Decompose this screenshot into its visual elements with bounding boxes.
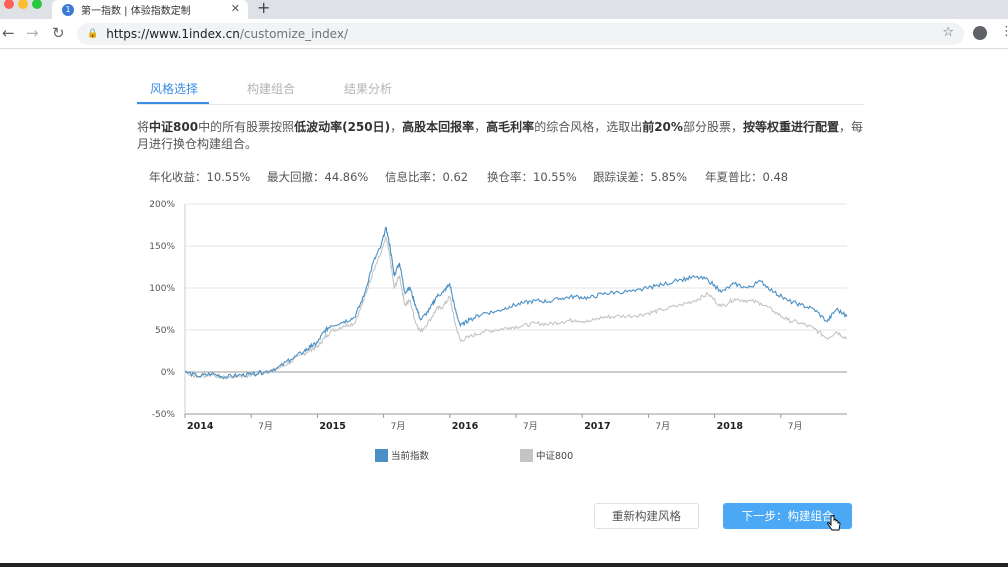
menu-dots-icon[interactable]: ⋮ <box>1000 24 1008 39</box>
hand-cursor-icon <box>827 515 841 531</box>
x-tick-label: 7月 <box>258 421 273 432</box>
step-tabs: 风格选择 构建组合 结果分析 <box>137 74 864 105</box>
bookmark-star-icon[interactable]: ☆ <box>942 25 954 40</box>
y-tick-label: -50% <box>152 410 176 420</box>
back-arrow-icon[interactable]: ← <box>2 24 15 42</box>
x-tick-label: 7月 <box>523 421 538 432</box>
x-tick-label: 2016 <box>452 421 479 432</box>
browser-tab[interactable]: 1 第一指数 | 体验指数定制 ✕ <box>52 0 248 19</box>
x-tick-label: 2017 <box>584 421 610 432</box>
tab-title: 第一指数 | 体验指数定制 <box>81 6 191 17</box>
performance-stats: 年化收益：10.55% 最大回撤：44.86% 信息比率：0.62 换仓率：10… <box>149 169 849 185</box>
y-tick-label: 0% <box>161 368 176 378</box>
legend-swatch-current <box>375 448 388 462</box>
series-line-csi800 <box>184 236 848 380</box>
forward-arrow-icon[interactable]: → <box>26 24 39 42</box>
minimize-window-button[interactable] <box>18 0 28 9</box>
site-favicon-icon: 1 <box>62 3 74 16</box>
x-tick-label: 7月 <box>655 421 670 432</box>
stat-sharpe-ratio: 年夏普比：0.48 <box>705 170 789 184</box>
y-tick-label: 100% <box>149 284 175 294</box>
url-host: https://www.1index.cn <box>106 27 240 41</box>
x-tick-label: 7月 <box>788 421 803 432</box>
profile-avatar-icon[interactable] <box>973 26 987 40</box>
tab-result-analysis[interactable]: 结果分析 <box>344 80 392 97</box>
active-tab-underline <box>137 102 209 104</box>
x-tick-label: 7月 <box>391 421 406 432</box>
x-tick-label: 2018 <box>717 421 744 432</box>
bottom-edge <box>0 563 1008 567</box>
strategy-description: 将中证800中的所有股票按照低波动率(250日)，高股本回报率，高毛利率的综合风… <box>137 120 863 151</box>
tab-style-selection[interactable]: 风格选择 <box>150 80 198 97</box>
y-tick-label: 200% <box>149 200 175 210</box>
legend-current-index[interactable]: 当前指数 <box>375 448 429 462</box>
legend-swatch-benchmark <box>520 448 533 462</box>
lock-icon: 🔒 <box>87 29 99 39</box>
x-tick-label: 2014 <box>187 421 214 432</box>
new-tab-button[interactable]: + <box>257 0 270 17</box>
url-path: /customize_index/ <box>239 27 348 41</box>
stat-tracking-error: 跟踪误差：5.85% <box>593 170 688 184</box>
x-tick-label: 2015 <box>319 421 345 432</box>
rebuild-style-button[interactable]: 重新构建风格 <box>594 503 699 529</box>
tab-build-portfolio[interactable]: 构建组合 <box>247 80 295 97</box>
stat-turnover: 换仓率：10.55% <box>487 170 577 184</box>
reload-icon[interactable]: ↻ <box>52 24 65 42</box>
stat-max-drawdown: 最大回撤：44.86% <box>267 170 369 184</box>
performance-line-chart: 200% 150% 100% 50% 0% -50% 2014 7月 2015 7月 2016 7月 2… <box>149 200 848 432</box>
y-tick-label: 50% <box>155 326 175 336</box>
tab-close-icon[interactable]: ✕ <box>231 2 240 15</box>
browser-toolbar: ← → ↻ 🔒 https://www.1index.cn/customize_… <box>0 19 1008 49</box>
legend-csi800[interactable]: 中证800 <box>520 448 573 462</box>
close-window-button[interactable] <box>4 0 14 9</box>
stat-info-ratio: 信息比率：0.62 <box>385 170 469 184</box>
stat-annual-return: 年化收益：10.55% <box>149 170 251 184</box>
browser-tab-bar: 1 第一指数 | 体验指数定制 ✕ + <box>0 0 1008 19</box>
series-line-current-index <box>184 226 848 380</box>
y-tick-label: 150% <box>149 242 175 252</box>
address-bar[interactable]: 🔒 https://www.1index.cn/customize_index/… <box>77 23 964 45</box>
maximize-window-button[interactable] <box>32 0 42 9</box>
